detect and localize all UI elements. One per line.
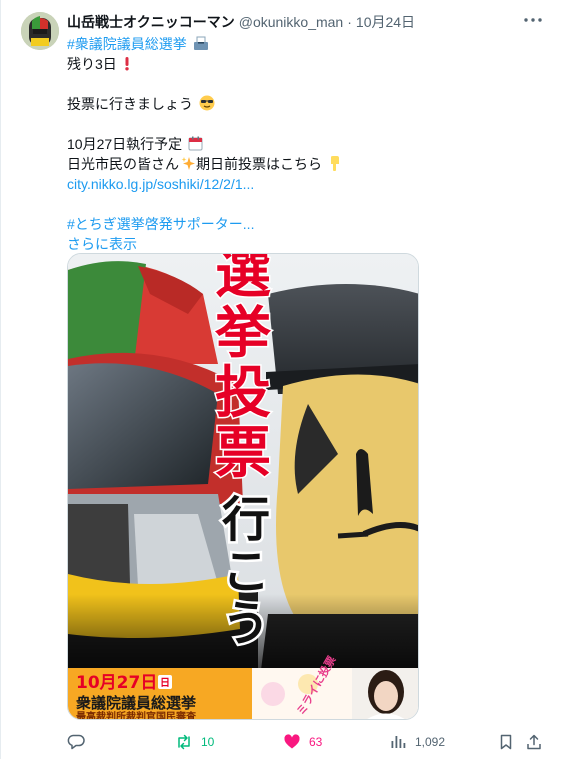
- banner-subtitle: 最高裁判所裁判官国民審査: [76, 710, 197, 720]
- early-vote-text: 期日前投票はこちら: [196, 156, 322, 172]
- heart-icon: [283, 733, 301, 751]
- hashtag-tochigi[interactable]: #とちぎ選挙啓発サポーター...: [67, 216, 254, 232]
- bookmark-icon: [497, 733, 515, 751]
- retweet-icon: [175, 733, 193, 751]
- exclamation-icon: [123, 56, 131, 76]
- go-vote-text: 投票に行きましょう: [67, 96, 193, 112]
- tweet-media-poster[interactable]: 選 挙 投 票 行 こ う 10月27日 日 衆議院議員総選挙 最高裁判所裁判官…: [67, 253, 419, 720]
- tweet-header: 山岳戦士オクニッコーマン @okunikko_man · 10月24日: [67, 12, 415, 32]
- action-bar: 10 63 1,092: [67, 729, 547, 755]
- headline-char-3: 投: [215, 361, 271, 426]
- banner-person-photo: [352, 668, 418, 719]
- tweet-card: 山岳戦士オクニッコーマン @okunikko_man · 10月24日 #衆議院…: [0, 0, 567, 759]
- share-icon: [525, 733, 543, 751]
- subline-char-1: 行: [222, 492, 270, 548]
- calendar-icon: [188, 136, 203, 156]
- subline-char-2: こ: [222, 544, 270, 600]
- views-button[interactable]: 1,092: [389, 729, 445, 755]
- reply-icon: [67, 733, 85, 751]
- share-button[interactable]: [525, 729, 543, 755]
- tweet-text: #衆議院議員総選挙 残り3日 投票に行きましょう 10月27日執行予定 日光市民…: [67, 34, 507, 254]
- like-button[interactable]: 63: [283, 729, 322, 755]
- display-name[interactable]: 山岳戦士オクニッコーマン: [67, 12, 235, 32]
- banner-date: 10月27日: [76, 673, 157, 693]
- sparkles-icon: [181, 156, 196, 176]
- subline-char-3: う: [222, 596, 270, 652]
- views-icon: [389, 733, 407, 751]
- views-count: 1,092: [415, 735, 446, 749]
- headline-char-1: 選: [215, 254, 271, 306]
- pointing-down-icon: [328, 156, 341, 176]
- handle[interactable]: @okunikko_man: [239, 14, 344, 30]
- avatar[interactable]: [21, 12, 59, 50]
- sunglasses-face-icon: [199, 95, 215, 116]
- banner-weekday: 日: [160, 677, 170, 689]
- more-dots-icon[interactable]: [521, 10, 545, 30]
- timestamp[interactable]: 10月24日: [356, 12, 415, 32]
- citizens-text: 日光市民の皆さん: [67, 156, 179, 172]
- banner-title: 衆議院議員総選挙: [76, 694, 197, 712]
- bookmark-button[interactable]: [497, 729, 515, 755]
- show-more-link[interactable]: さらに表示: [67, 236, 137, 252]
- election-date-text: 10月27日執行予定: [67, 136, 183, 152]
- headline-char-4: 票: [215, 421, 271, 486]
- separator: ·: [347, 14, 352, 30]
- ballot-box-icon: [193, 36, 209, 56]
- nikko-city-link[interactable]: city.nikko.lg.jp/soshiki/12/2/1...: [67, 176, 254, 192]
- days-left-text: 残り3日: [67, 56, 117, 72]
- headline-char-2: 挙: [214, 301, 272, 366]
- like-count: 63: [309, 735, 323, 749]
- reply-button[interactable]: [67, 729, 85, 755]
- retweet-button[interactable]: 10: [175, 729, 214, 755]
- hashtag-election[interactable]: #衆議院議員総選挙: [67, 36, 187, 52]
- retweet-count: 10: [201, 735, 215, 749]
